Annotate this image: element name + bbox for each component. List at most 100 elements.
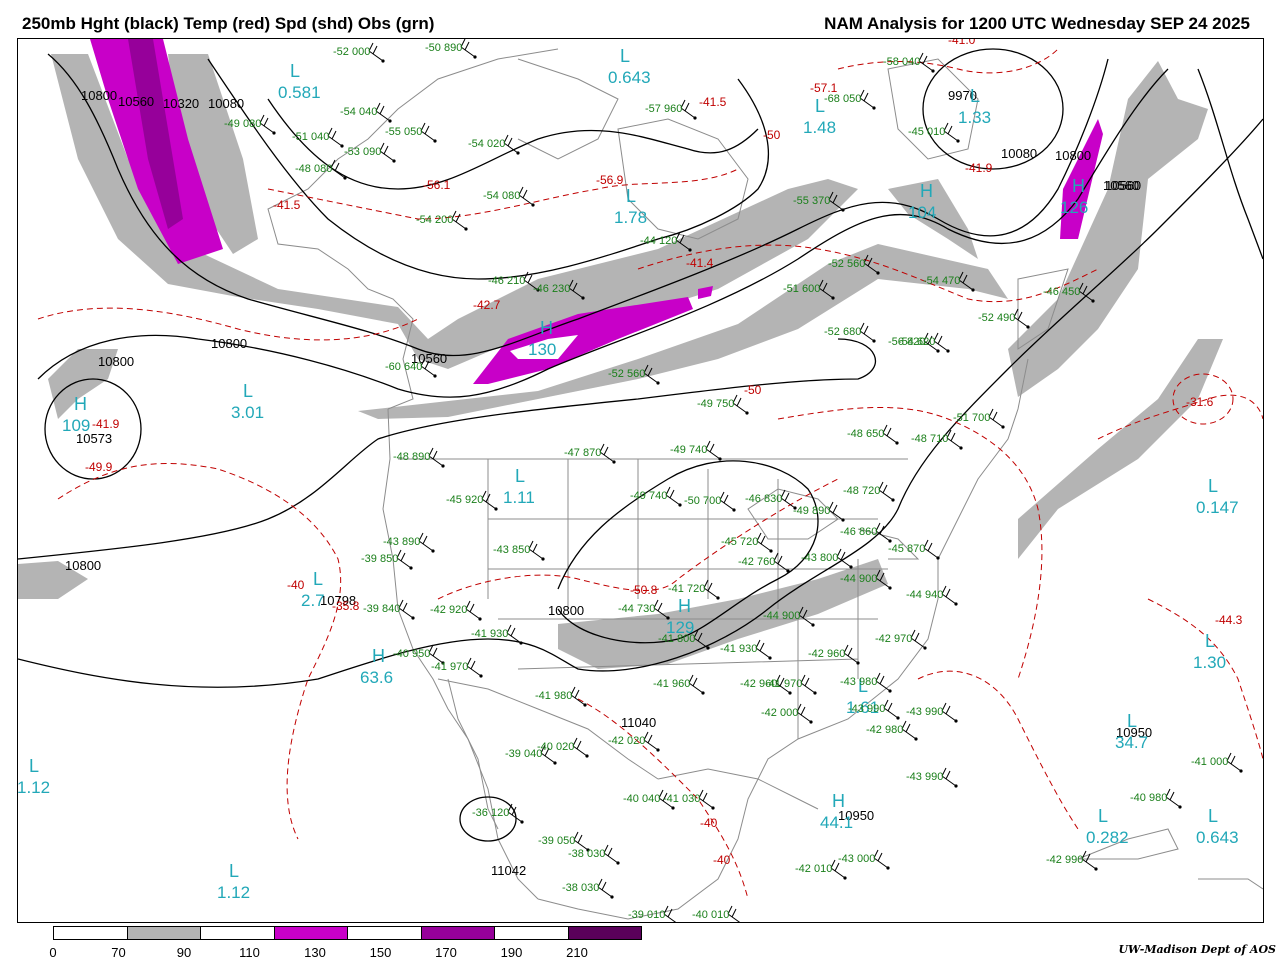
observation-plot: -55 370 [793,195,831,207]
wind-barb [796,703,812,723]
wind-barb [1081,850,1097,870]
wind-barb [873,849,889,869]
wind-barb [259,114,275,134]
wind-barb [375,102,391,122]
wind-barb [327,127,343,147]
legend-tick-label: 170 [435,945,457,960]
speed-center-low-marker: L [1098,806,1109,826]
wind-barb [705,440,721,460]
observation-plot: -42 020 [608,735,646,747]
speed-center-value: 0.643 [608,68,651,87]
observation-plot: -43 850 [493,544,531,556]
observation-plot: -43 980 [840,676,878,688]
wind-barb [665,486,681,506]
observation-plot: -42 970 [875,633,913,645]
speed-center-low-marker: L [243,381,254,401]
legend-tick-label: 70 [111,945,126,960]
height-label: 10800 [98,354,135,369]
observation-plot: -43 890 [383,536,421,548]
wind-barb [465,600,481,620]
observation-plot: -43 000 [838,853,876,865]
observation-plot: -41 970 [765,678,803,690]
observation-plot: -40 010 [692,909,730,921]
speed-center-low-marker: L [970,86,981,106]
jet-stream-east-band [1008,61,1208,397]
wind-barb [883,699,899,719]
speed-center-low-marker: L [229,861,240,881]
observation-plot: -39 010 [628,909,666,921]
speed-color-legend [53,926,642,942]
height-label: 10800 [548,603,585,618]
temperature-label: -35.8 [332,599,360,613]
speed-center-low-marker: L [1208,476,1219,496]
observation-plot: -54 020 [468,138,506,150]
observation-plot: -41 030 [663,793,701,805]
wind-barb [398,599,414,619]
observation-plot: -44 120 [640,235,678,247]
speed-center-value: 1.12 [17,778,51,797]
temperature-label: -41.5 [273,198,301,212]
legend-color-segment [347,926,422,940]
temperature-label: -41.9 [965,161,993,175]
temp-contour-c [57,462,342,840]
wind-barb [396,549,412,569]
observation-plot: -51 040 [292,131,330,143]
observation-plot: -52 000 [333,46,371,58]
observation-plot: -49 740 [670,444,708,456]
observation-plot: -41 720 [668,583,706,595]
speed-center-value: 34.7 [1115,733,1149,752]
observation-plot: -38 030 [568,848,606,860]
height-label: 10800 [1055,148,1092,163]
height-contour-10800-south [18,338,876,560]
speed-center-low-marker: L [313,569,324,589]
observation-plot: -46 230 [533,283,571,295]
wind-barb [755,639,771,659]
speed-center-value: 1.11 [503,488,535,507]
speed-center-low-marker: L [1205,631,1216,651]
observation-plot: -40 040 [623,793,661,805]
temperature-label: -41.9 [92,417,120,431]
wind-barb [923,539,939,559]
weather-map: 10800 10560 10320 10080 10800 10800 10800 10573… [17,38,1264,923]
wind-barb [698,789,714,809]
observation-plot: -40 980 [1130,792,1168,804]
speed-center-value: 1.33 [958,108,992,127]
wind-barb [663,905,677,922]
observation-plot: -39 050 [538,835,576,847]
speed-center-high-marker: H [920,181,933,201]
legend-tick-label: 110 [239,945,260,960]
height-label: 10320 [163,96,200,111]
legend-tick-label: 150 [369,945,392,960]
observation-plot: -47 870 [564,447,602,459]
speed-center-low-marker: L [29,756,40,776]
speed-center-value: 104 [908,203,937,222]
wind-barb [703,579,719,599]
observation-plot: -54 040 [340,106,378,118]
observation-plot: -40 020 [537,741,575,753]
observation-plot: -41 000 [1191,756,1229,768]
wind-barb [719,491,735,511]
speed-center-value: 2.7 [301,591,325,610]
observation-plot: -46 450 [1043,286,1081,298]
observation-plot: -49 890 [793,505,831,517]
observation-plot: -54 200 [416,214,454,226]
observation-plot: -41 930 [720,643,758,655]
height-label: 11040 [621,715,657,730]
observation-plot: -46 210 [488,275,526,287]
speed-center-low-marker: L [620,46,631,66]
height-contour-11042-area [459,796,517,842]
wind-barb [1226,752,1242,772]
observation-plot: -58 040 [883,56,921,68]
observation-plot: -45 920 [446,494,484,506]
speed-center-high-marker: H [540,318,553,338]
wind-barb [518,186,534,206]
speed-center-high-marker: H [372,646,385,666]
legend-color-segment [273,926,348,940]
observation-plot: -41 800 [658,633,696,645]
observation-plot: -60 640 [385,361,423,373]
wind-barb [946,429,962,449]
observation-plot: -46 860 [840,526,878,538]
observation-plot: -51 700 [953,412,991,424]
height-label: 11042 [491,863,527,878]
speed-center-value: 0.147 [1196,498,1239,517]
